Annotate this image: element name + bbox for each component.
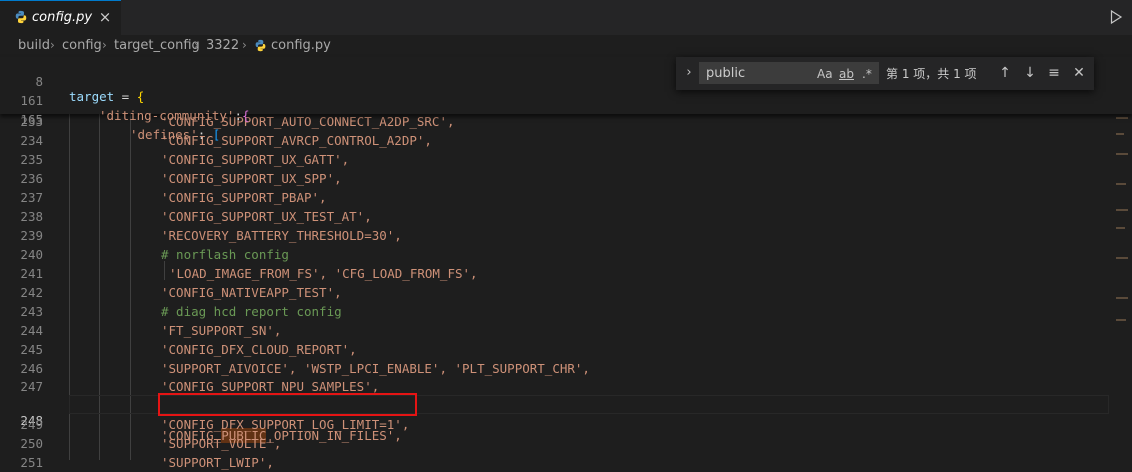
code-editor[interactable]: 8 target = { 161 'diting-community':{ 16… bbox=[0, 57, 1132, 470]
code-line[interactable]: 'SUPPORT_VOLTE', bbox=[161, 434, 281, 453]
line-number: 244 bbox=[20, 323, 43, 338]
tab-config-py[interactable]: config.py × bbox=[0, 0, 121, 35]
code-line[interactable]: 'FT_SUPPORT_SN', bbox=[161, 321, 281, 340]
line-number: 236 bbox=[20, 171, 43, 186]
tab-bar: config.py × bbox=[0, 0, 1132, 35]
line-number: 240 bbox=[20, 247, 43, 262]
close-icon[interactable]: ✕ bbox=[1070, 64, 1088, 82]
chevron-right-icon[interactable]: › bbox=[681, 65, 697, 81]
line-number: 238 bbox=[20, 209, 43, 224]
breadcrumb-item-file[interactable]: config.py bbox=[271, 38, 331, 53]
line-number: 165 bbox=[20, 112, 43, 127]
annotation-highlight-box bbox=[158, 393, 417, 416]
python-file-icon bbox=[255, 39, 266, 52]
minimap-mark bbox=[1116, 183, 1126, 185]
chevron-right-icon: › bbox=[194, 38, 199, 52]
chevron-right-icon: › bbox=[242, 38, 247, 52]
breadcrumb-item-build[interactable]: build bbox=[18, 38, 50, 53]
line-number: 237 bbox=[20, 190, 43, 205]
minimap-mark bbox=[1116, 133, 1124, 135]
code-line[interactable]: 'RECOVERY_BATTERY_THRESHOLD=30', bbox=[161, 226, 402, 245]
minimap-mark bbox=[1116, 153, 1128, 155]
regex-toggle[interactable]: .* bbox=[862, 67, 872, 81]
match-case-toggle[interactable]: Aa bbox=[817, 67, 833, 81]
close-icon[interactable]: × bbox=[96, 8, 114, 26]
find-widget: › public Aa ab .* 第 1 项，共 1 项 ↑ ↓ ≡ ✕ bbox=[676, 57, 1094, 90]
comment-line[interactable]: # diag hcd report config bbox=[161, 302, 342, 321]
chevron-right-icon: › bbox=[102, 38, 107, 52]
run-icon[interactable] bbox=[1108, 9, 1124, 25]
breadcrumb: build › config › target_config › 3322 › … bbox=[0, 35, 1132, 57]
line-number: 246 bbox=[20, 361, 43, 376]
code-line[interactable]: 'LOAD_IMAGE_FROM_FS', 'CFG_LOAD_FROM_FS'… bbox=[169, 264, 478, 283]
line-number: 250 bbox=[20, 436, 43, 451]
tab-label: config.py bbox=[32, 10, 93, 25]
breadcrumb-item-config[interactable]: config bbox=[62, 38, 102, 53]
python-file-icon bbox=[15, 10, 27, 24]
line-number: 239 bbox=[20, 228, 43, 243]
minimap-mark bbox=[1116, 257, 1128, 259]
line-number: 243 bbox=[20, 304, 43, 319]
find-in-selection-icon[interactable]: ≡ bbox=[1045, 64, 1063, 82]
minimap[interactable] bbox=[1112, 57, 1132, 460]
line-number: 251 bbox=[20, 455, 43, 470]
code-line[interactable]: 'CONFIG_SUPPORT_PBAP', bbox=[161, 188, 327, 207]
minimap-mark bbox=[1116, 297, 1128, 299]
line-number: 249 bbox=[20, 417, 43, 432]
code-line[interactable]: 'CONFIG_DFX_SUPPORT_LOG_LIMIT=1', bbox=[161, 415, 409, 434]
code-line[interactable]: 'CONFIG_NATIVEAPP_TEST', bbox=[161, 283, 342, 302]
minimap-mark bbox=[1116, 319, 1126, 321]
breadcrumb-item-3322[interactable]: 3322 bbox=[206, 38, 239, 53]
find-input[interactable]: public Aa ab .* bbox=[699, 62, 879, 84]
code-line[interactable]: 'SUPPORT_AIVOICE', 'WSTP_LPCI_ENABLE', '… bbox=[161, 359, 590, 378]
line-number: 241 bbox=[20, 266, 43, 281]
find-input-value: public bbox=[706, 66, 746, 81]
minimap-mark bbox=[1116, 209, 1128, 211]
line-number: 245 bbox=[20, 342, 43, 357]
code-line[interactable]: 'defines': [ bbox=[130, 125, 220, 144]
code-line[interactable]: 'CONFIG_SUPPORT_UX_GATT', bbox=[161, 150, 349, 169]
arrow-down-icon[interactable]: ↓ bbox=[1021, 64, 1039, 82]
match-count: 第 1 项，共 1 项 bbox=[886, 67, 977, 81]
minimap-mark bbox=[1116, 227, 1125, 229]
code-line[interactable]: 'CONFIG_SUPPORT_UX_TEST_AT', bbox=[161, 207, 372, 226]
code-line[interactable]: 'CONFIG_DFX_CLOUD_REPORT', bbox=[161, 340, 357, 359]
minimap-mark bbox=[1116, 117, 1128, 119]
line-number: 247 bbox=[20, 379, 43, 394]
code-line[interactable]: 'CONFIG_SUPPORT_UX_SPP', bbox=[161, 169, 342, 188]
match-whole-word-toggle[interactable]: ab bbox=[839, 67, 854, 81]
line-number: 242 bbox=[20, 285, 43, 300]
arrow-up-icon[interactable]: ↑ bbox=[996, 64, 1014, 82]
code-line[interactable]: 'SUPPORT_LWIP', bbox=[161, 453, 274, 472]
comment-line[interactable]: # norflash config bbox=[161, 245, 289, 264]
breadcrumb-item-target-config[interactable]: target_config bbox=[114, 38, 200, 53]
chevron-right-icon: › bbox=[50, 38, 55, 52]
